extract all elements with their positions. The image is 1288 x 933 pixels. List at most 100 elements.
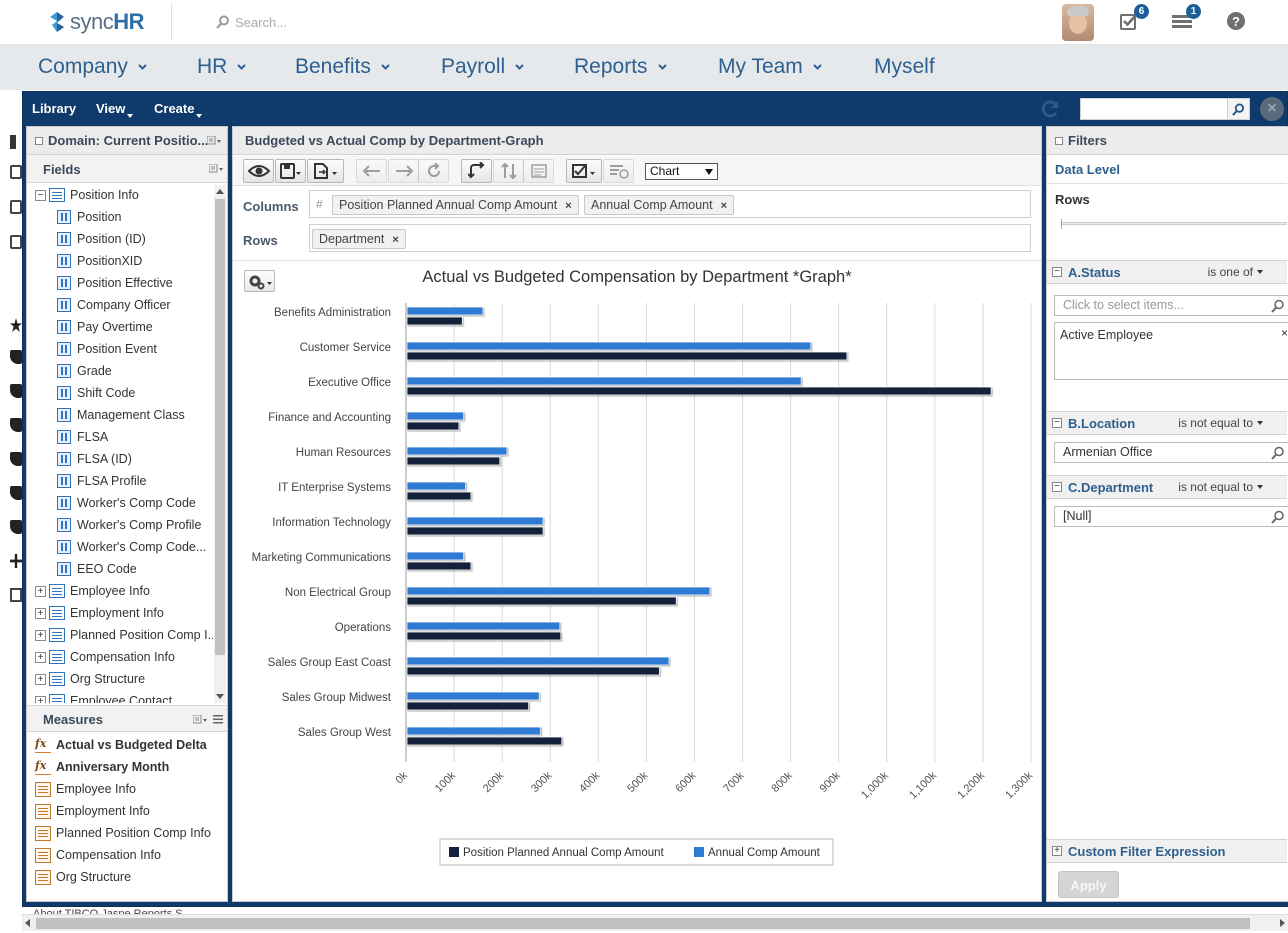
field-folder[interactable]: + Org Structure [35, 669, 145, 689]
filter-location-header[interactable]: − B.Location is not equal to [1047, 411, 1287, 435]
column-pill[interactable]: Position Planned Annual Comp Amount × [332, 195, 579, 215]
help-button[interactable]: ? [1226, 11, 1248, 33]
hamburger-icon[interactable] [213, 714, 223, 724]
field-folder[interactable]: − Position Info [35, 185, 139, 205]
expand-icon[interactable]: + [35, 607, 46, 619]
expand-icon[interactable]: + [35, 673, 46, 685]
field-folder[interactable]: + Employee Contact [35, 691, 172, 703]
scroll-thumb[interactable] [215, 199, 225, 655]
measure-folder[interactable]: Employment Info [35, 801, 150, 821]
field-item[interactable]: FLSA (ID) [57, 449, 132, 469]
status-values-input[interactable]: Click to select items... [1054, 295, 1288, 316]
apply-button[interactable]: Apply [1058, 871, 1119, 898]
filter-operator-select[interactable]: is one of [1208, 265, 1263, 279]
notifications-button[interactable]: 1 [1171, 4, 1201, 33]
nav-my-team[interactable]: My Team [718, 55, 822, 79]
filter-operator-select[interactable]: is not equal to [1178, 480, 1263, 494]
field-item[interactable]: Pay Overtime [57, 317, 153, 337]
field-item[interactable]: EEO Code [57, 559, 137, 579]
calculated-measure-item[interactable]: fx Actual vs Budgeted Delta [35, 735, 207, 755]
nav-reports[interactable]: Reports [574, 55, 667, 79]
fields-scrollbar[interactable] [214, 185, 226, 703]
search-icon[interactable] [1271, 510, 1285, 524]
view-type-select[interactable]: Chart [645, 163, 718, 180]
field-item[interactable]: Worker's Comp Profile [57, 515, 201, 535]
expand-icon[interactable]: + [35, 629, 46, 641]
fields-menu-icon[interactable] [209, 164, 223, 174]
field-folder[interactable]: + Planned Position Comp I... [35, 625, 213, 645]
field-item[interactable]: Worker's Comp Code [57, 493, 196, 513]
remove-icon[interactable]: × [721, 200, 727, 212]
field-folder[interactable]: + Employee Info [35, 581, 150, 601]
user-avatar[interactable] [1062, 4, 1094, 41]
format-button[interactable] [523, 159, 554, 183]
preview-button[interactable] [243, 159, 274, 183]
scroll-left-arrow[interactable] [25, 919, 30, 927]
measures-menu-icon[interactable] [193, 715, 207, 725]
search-icon[interactable] [1271, 446, 1285, 460]
export-button[interactable] [307, 159, 344, 183]
scroll-thumb[interactable] [36, 918, 1250, 929]
measure-folder[interactable]: Employee Info [35, 779, 136, 799]
filter-department-header[interactable]: − C.Department is not equal to [1047, 475, 1287, 499]
measure-folder[interactable]: Org Structure [35, 867, 131, 887]
remove-icon[interactable]: × [392, 234, 398, 246]
query-button[interactable] [603, 159, 634, 183]
field-item[interactable]: Position Effective [57, 273, 173, 293]
column-pill[interactable]: Annual Comp Amount × [584, 195, 735, 215]
field-item[interactable]: Position [57, 207, 121, 227]
synchr-logo[interactable]: syncHR [48, 9, 145, 35]
expand-icon[interactable]: + [1052, 846, 1062, 856]
field-item[interactable]: Grade [57, 361, 112, 381]
reset-button[interactable] [418, 159, 449, 183]
expand-icon[interactable]: + [35, 651, 46, 663]
remove-icon[interactable]: × [565, 200, 571, 212]
department-value-input[interactable]: [Null] [1054, 506, 1288, 527]
menu-create[interactable]: Create [154, 101, 203, 118]
nav-payroll[interactable]: Payroll [441, 55, 524, 79]
designer-search-button[interactable] [1227, 99, 1249, 119]
redo-button[interactable] [388, 159, 419, 183]
location-value-input[interactable]: Armenian Office [1054, 442, 1288, 463]
menu-library[interactable]: Library [32, 101, 76, 116]
columns-shelf[interactable]: # Position Planned Annual Comp Amount × A… [309, 190, 1031, 218]
minimize-icon[interactable] [1055, 136, 1063, 145]
close-icon[interactable]: × [1260, 97, 1284, 121]
field-item[interactable]: Company Officer [57, 295, 171, 315]
nav-benefits[interactable]: Benefits [295, 55, 390, 79]
field-folder[interactable]: + Compensation Info [35, 647, 175, 667]
refresh-icon[interactable] [1039, 98, 1061, 120]
collapse-icon[interactable]: − [1052, 267, 1062, 277]
field-folder[interactable]: + Employment Info [35, 603, 164, 623]
panel-menu-icon[interactable] [207, 136, 221, 146]
collapse-icon[interactable]: − [1052, 418, 1062, 428]
data-level-slider[interactable] [1061, 222, 1287, 225]
scroll-up-arrow[interactable] [216, 189, 224, 194]
calculated-measure-item[interactable]: fx Anniversary Month [35, 757, 169, 777]
menu-view[interactable]: View [96, 101, 134, 118]
status-selected-values[interactable]: Active Employee × [1054, 322, 1288, 380]
scroll-down-arrow[interactable] [216, 694, 224, 699]
filter-status-header[interactable]: − A.Status is one of [1047, 260, 1287, 284]
nav-hr[interactable]: HR [197, 55, 247, 79]
collapse-icon[interactable]: − [1052, 482, 1062, 492]
field-item[interactable]: Position (ID) [57, 229, 146, 249]
input-controls-button[interactable] [566, 159, 602, 183]
pivot-button[interactable] [461, 159, 492, 183]
field-item[interactable]: Position Event [57, 339, 157, 359]
nav-myself[interactable]: Myself [874, 55, 935, 79]
remove-icon[interactable]: × [1281, 326, 1288, 340]
filter-operator-select[interactable]: is not equal to [1178, 416, 1263, 430]
measure-folder[interactable]: Planned Position Comp Info [35, 823, 211, 843]
save-button[interactable] [275, 159, 306, 183]
row-pill[interactable]: Department × [312, 229, 406, 249]
scroll-right-arrow[interactable] [1280, 919, 1285, 927]
minimize-icon[interactable] [35, 136, 43, 145]
tasks-button[interactable]: 6 [1119, 4, 1149, 33]
rows-shelf[interactable]: Department × [309, 224, 1031, 252]
field-item[interactable]: PositionXID [57, 251, 142, 271]
search-icon[interactable] [1271, 299, 1285, 313]
field-item[interactable]: Shift Code [57, 383, 135, 403]
designer-search-input[interactable] [1080, 98, 1250, 120]
undo-button[interactable] [356, 159, 387, 183]
